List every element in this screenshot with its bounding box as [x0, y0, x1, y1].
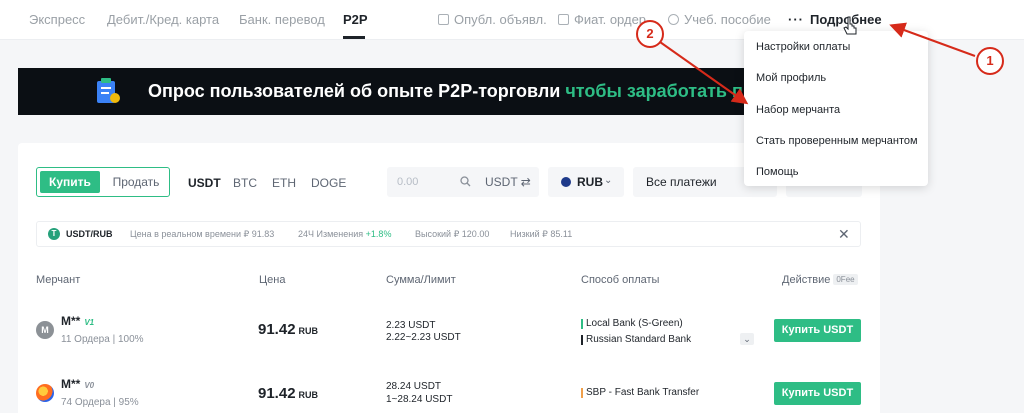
menu-item-become-verified-merchant[interactable]: Стать проверенным мерчантом	[756, 135, 918, 147]
coin-doge[interactable]: DOGE	[311, 176, 346, 190]
coin-eth[interactable]: ETH	[272, 176, 296, 190]
carousel-dots[interactable]	[469, 106, 479, 115]
amount-available: 28.24 USDT	[386, 381, 442, 392]
header-action: Действие 0Fee	[782, 274, 858, 286]
price-currency: RUB	[298, 326, 319, 336]
fee-badge: 0Fee	[833, 274, 858, 285]
order-limit: 2.22~2.23 USDT	[386, 332, 461, 343]
header-payment: Способ оплаты	[581, 274, 660, 286]
more-menu-button[interactable]: ··· Подробнее	[788, 12, 882, 27]
post-ad-icon	[438, 14, 449, 25]
header-action-label: Действие	[782, 274, 831, 286]
verified-badge: V0	[84, 381, 95, 390]
merchant-orders: 74 Ордера | 95%	[61, 397, 139, 408]
buy-toggle-button[interactable]: Купить	[40, 171, 100, 193]
tab-card[interactable]: Дебит./Кред. карта	[107, 12, 219, 27]
header-amount-limit: Сумма/Лимит	[386, 274, 456, 286]
banner-text: Опрос пользователей об опыте P2P-торговл…	[148, 81, 743, 102]
price-value: 91.42	[258, 385, 296, 402]
merchant-name-text: M**	[61, 377, 81, 391]
tab-bank-transfer[interactable]: Банк. перевод	[239, 12, 325, 27]
post-ad-link[interactable]: Опубл. объявл.	[438, 12, 547, 27]
order-icon	[558, 14, 569, 25]
sell-toggle-button[interactable]: Продать	[110, 171, 162, 193]
ticker-high: Высокий ₽ 120.00	[415, 229, 490, 239]
payment-method: SBP - Fast Bank Transfer	[581, 387, 699, 398]
hand-cursor-icon	[843, 16, 857, 35]
promo-banner[interactable]: Опрос пользователей об опыте P2P-торговл…	[18, 68, 770, 115]
tutorial-label: Учеб. пособие	[684, 12, 771, 27]
price-currency: RUB	[298, 390, 319, 400]
rub-flag-icon	[561, 177, 571, 187]
annotation-marker-2: 2	[636, 20, 664, 48]
menu-item-payment-settings[interactable]: Настройки оплаты	[756, 41, 850, 53]
merchant-name-text: M**	[61, 314, 81, 328]
expand-payments-icon[interactable]: ⌄	[740, 333, 754, 345]
ticker-pair: USDT/RUB	[66, 229, 113, 239]
active-tab-indicator	[343, 36, 365, 39]
order-limit: 1~28.24 USDT	[386, 394, 453, 405]
price: 91.42 RUB	[258, 385, 318, 402]
tutorial-link[interactable]: Учеб. пособие	[668, 12, 771, 27]
buy-usdt-button[interactable]: Купить USDT	[774, 382, 861, 405]
price: 91.42 RUB	[258, 321, 318, 338]
fiat-order-label: Фиат. ордер	[574, 12, 647, 27]
banner-text-highlight: чтобы заработать п	[565, 81, 743, 101]
amount-currency-switch[interactable]: USDT ⇄	[485, 175, 531, 189]
coin-btc[interactable]: BTC	[233, 176, 257, 190]
search-icon[interactable]	[460, 176, 471, 187]
amount-available: 2.23 USDT	[386, 320, 436, 331]
price-value: 91.42	[258, 321, 296, 338]
menu-item-merchant-recruitment[interactable]: Набор мерчанта	[756, 104, 840, 116]
tab-express[interactable]: Экспресс	[29, 12, 85, 27]
buy-usdt-button[interactable]: Купить USDT	[774, 319, 861, 342]
amount-placeholder: 0.00	[397, 176, 419, 188]
ticker-low: Низкий ₽ 85.11	[510, 229, 573, 239]
header-price: Цена	[259, 274, 286, 286]
header-merchant: Мерчант	[36, 274, 81, 286]
merchant-name[interactable]: M** V0	[61, 377, 94, 391]
chevron-down-icon: ⌄	[604, 175, 613, 186]
menu-item-my-profile[interactable]: Мой профиль	[756, 72, 826, 84]
more-dots-icon: ···	[788, 12, 804, 27]
payment-method: Local Bank (S-Green)	[581, 318, 683, 329]
merchant-name[interactable]: M** V1	[61, 314, 94, 328]
play-icon	[668, 14, 679, 25]
menu-item-help[interactable]: Помощь	[756, 166, 799, 178]
ticker-realtime: Цена в реальном времени ₽ 91.83	[130, 229, 275, 239]
payment-label: Все платежи	[646, 175, 717, 189]
payment-method: Russian Standard Bank	[581, 334, 691, 345]
banner-text-main: Опрос пользователей об опыте P2P-торговл…	[148, 81, 561, 101]
buy-sell-toggle: Купить Продать	[36, 167, 170, 197]
survey-clipboard-icon	[97, 78, 120, 103]
ticker-change: 24Ч Изменения +1.8%	[298, 229, 391, 239]
avatar: M	[36, 321, 54, 339]
fiat-label: RUB	[577, 175, 603, 189]
close-icon[interactable]: ✕	[838, 226, 850, 243]
tab-p2p[interactable]: P2P	[343, 12, 368, 27]
ticker-change-label: 24Ч Изменения	[298, 229, 364, 239]
merchant-orders: 11 Ордера | 100%	[61, 334, 144, 345]
post-ad-label: Опубл. объявл.	[454, 12, 547, 27]
avatar	[36, 384, 54, 402]
verified-badge: V1	[84, 318, 95, 327]
ticker-change-value: +1.8%	[365, 229, 392, 239]
fiat-order-link[interactable]: Фиат. ордер	[558, 12, 646, 27]
annotation-marker-1: 1	[976, 47, 1004, 75]
coin-usdt[interactable]: USDT	[188, 176, 221, 190]
tether-icon: T	[48, 228, 60, 240]
